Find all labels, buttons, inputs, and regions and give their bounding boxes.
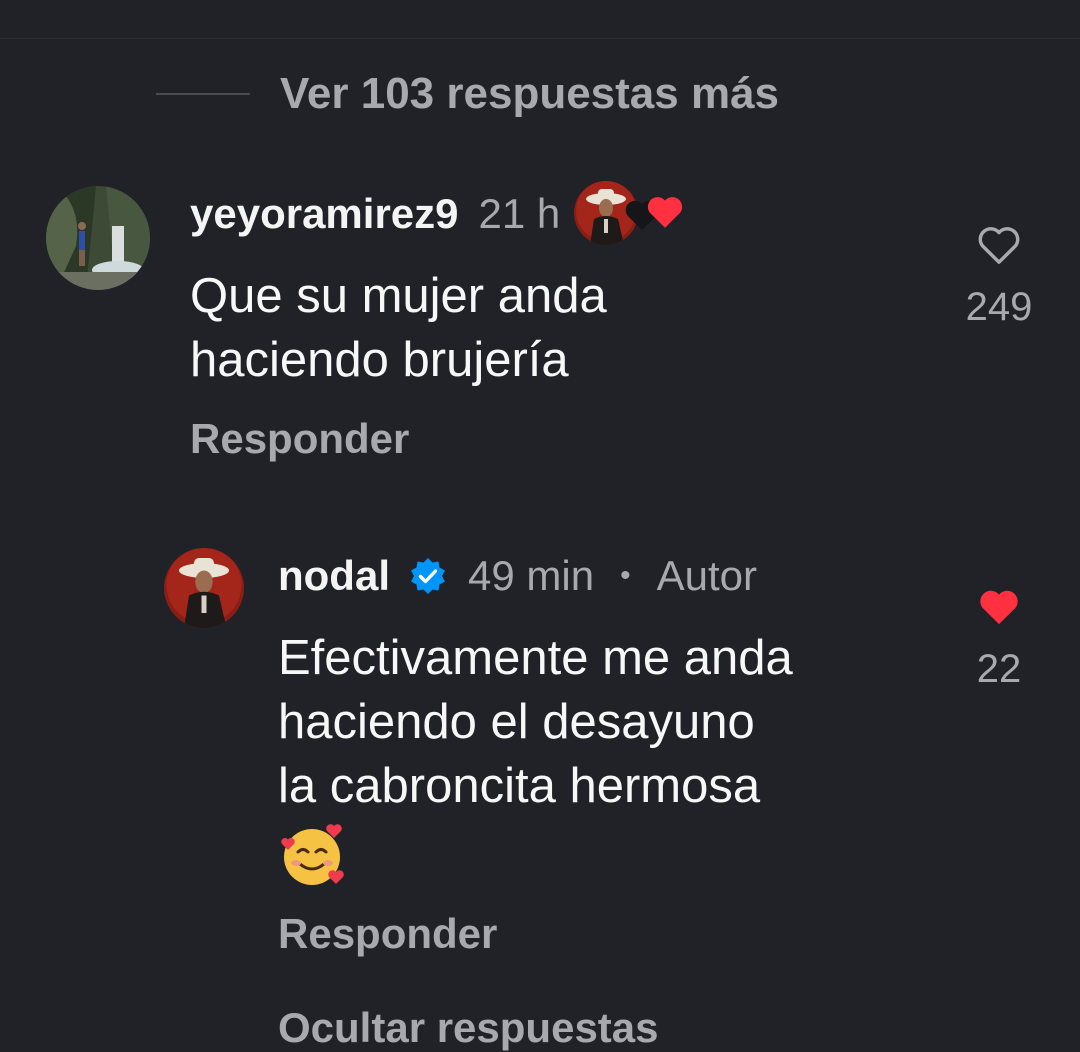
waterfall-avatar-image bbox=[46, 186, 150, 290]
meta-separator: • bbox=[620, 559, 631, 592]
like-column: 22 bbox=[950, 586, 1048, 692]
reply-button[interactable]: Responder bbox=[278, 910, 497, 958]
like-column: 249 bbox=[950, 224, 1048, 330]
comment-text-line: haciendo brujería bbox=[190, 333, 569, 387]
avatar[interactable] bbox=[164, 548, 244, 628]
top-divider bbox=[0, 38, 1080, 39]
reply-username[interactable]: nodal bbox=[278, 552, 390, 600]
view-more-replies[interactable]: Ver 103 respuestas más bbox=[156, 62, 779, 126]
comment-text-line: Que su mujer anda bbox=[190, 269, 607, 323]
comment-username[interactable]: yeyoramirez9 bbox=[190, 190, 459, 238]
comment-text: Que su mujer anda haciendo brujería bbox=[190, 264, 607, 392]
heart-filled-icon[interactable] bbox=[976, 586, 1022, 633]
avatar[interactable] bbox=[46, 186, 150, 290]
like-count: 22 bbox=[976, 647, 1022, 691]
reply-text-line: Efectivamente me anda bbox=[278, 631, 793, 685]
thread-line bbox=[156, 93, 250, 95]
smiling-face-with-hearts-icon bbox=[278, 820, 348, 890]
comment-header: yeyoramirez9 21 h bbox=[190, 181, 684, 247]
view-more-replies-label[interactable]: Ver 103 respuestas más bbox=[280, 69, 779, 119]
reply-timestamp: 49 min bbox=[468, 552, 595, 599]
heart-outline-icon[interactable] bbox=[976, 224, 1022, 271]
reply-header: nodal 49 min • Autor bbox=[278, 546, 757, 606]
author-liked-badge bbox=[574, 181, 684, 247]
reply-button[interactable]: Responder bbox=[190, 415, 409, 463]
comment-timestamp: 21 h bbox=[478, 190, 561, 237]
like-count: 249 bbox=[965, 285, 1033, 329]
reply-text: Efectivamente me anda haciendo el desayu… bbox=[278, 626, 793, 818]
nodal-avatar-image bbox=[164, 548, 244, 628]
heart-icon bbox=[644, 191, 686, 233]
hide-replies-button[interactable]: Ocultar respuestas bbox=[278, 1004, 659, 1052]
reply-text-line: haciendo el desayuno bbox=[278, 695, 755, 749]
author-label: Autor bbox=[656, 552, 757, 599]
reply-text-line: la cabroncita hermosa bbox=[278, 759, 761, 813]
verified-badge-icon bbox=[408, 556, 448, 596]
